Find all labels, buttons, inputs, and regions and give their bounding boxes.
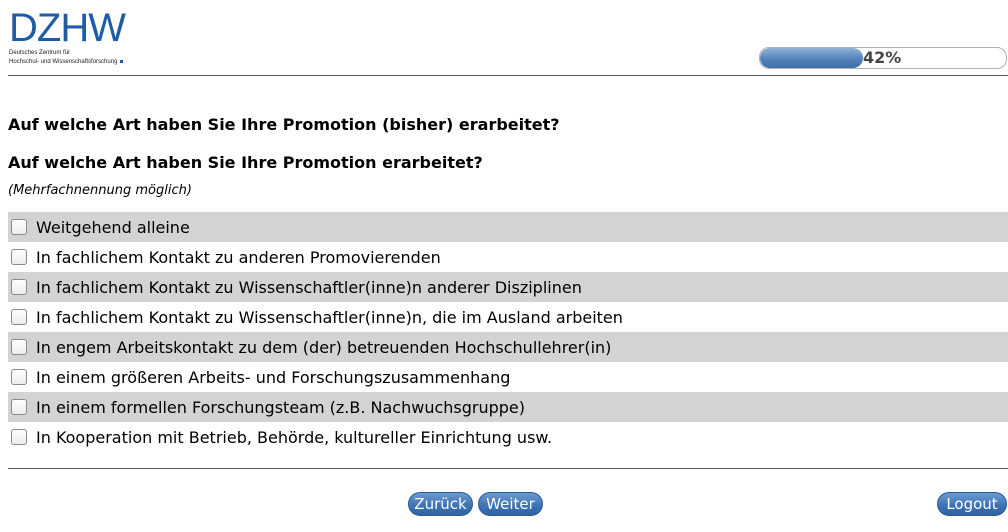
answer-options: Weitgehend alleine In fachlichem Kontakt… [8,212,1008,452]
option-forschungsteam[interactable]: In einem formellen Forschungsteam (z.B. … [8,392,1008,422]
logout-button[interactable]: Logout [937,492,1007,516]
checkbox[interactable] [11,369,27,385]
checkbox[interactable] [11,429,27,445]
header-divider [8,75,1008,76]
option-promovierende[interactable]: In fachlichem Kontakt zu anderen Promovi… [8,242,1008,272]
logo-dot-icon [120,59,124,63]
footer-divider [8,468,1008,469]
option-label: In einem formellen Forschungsteam (z.B. … [36,397,525,417]
option-weitgehend-alleine[interactable]: Weitgehend alleine [8,212,1008,242]
option-label: In fachlichem Kontakt zu anderen Promovi… [36,247,441,267]
progress-bar: 42% [759,47,1007,69]
option-forschungszusammenhang[interactable]: In einem größeren Arbeits- und Forschung… [8,362,1008,392]
next-button[interactable]: Weiter [478,492,543,516]
logo-line-2: Hochschul- und Wissenschaftsforschung [9,58,149,66]
option-label: In fachlichem Kontakt zu Wissenschaftler… [36,307,623,327]
question-subtitle: Auf welche Art haben Sie Ihre Promotion … [8,153,483,172]
option-label: Weitgehend alleine [36,217,190,237]
question-title: Auf welche Art haben Sie Ihre Promotion … [8,115,560,134]
question-hint: (Mehrfachnennung möglich) [8,183,192,198]
option-hochschullehrer[interactable]: In engem Arbeitskontakt zu dem (der) bet… [8,332,1008,362]
logo-line-1: Deutsches Zentrum für [9,50,71,56]
checkbox[interactable] [11,309,27,325]
checkbox[interactable] [11,279,27,295]
option-label: In einem größeren Arbeits- und Forschung… [36,367,511,387]
option-kooperation[interactable]: In Kooperation mit Betrieb, Behörde, kul… [8,422,1008,452]
checkbox[interactable] [11,219,27,235]
checkbox[interactable] [11,399,27,415]
progress-label: 42% [863,48,902,67]
option-label: In Kooperation mit Betrieb, Behörde, kul… [36,427,553,447]
checkbox[interactable] [11,339,27,355]
back-button[interactable]: Zurück [408,492,473,516]
logo-line-2-text: Hochschul- und Wissenschaftsforschung [9,59,118,65]
option-andere-disziplinen[interactable]: In fachlichem Kontakt zu Wissenschaftler… [8,272,1008,302]
dzhw-logo: DZHW Deutsches Zentrum für Hochschul- un… [9,8,149,68]
option-label: In fachlichem Kontakt zu Wissenschaftler… [36,277,582,297]
option-label: In engem Arbeitskontakt zu dem (der) bet… [36,337,612,357]
progress-fill [760,48,864,68]
checkbox[interactable] [11,249,27,265]
logo-mark: DZHW [9,6,126,50]
option-ausland[interactable]: In fachlichem Kontakt zu Wissenschaftler… [8,302,1008,332]
